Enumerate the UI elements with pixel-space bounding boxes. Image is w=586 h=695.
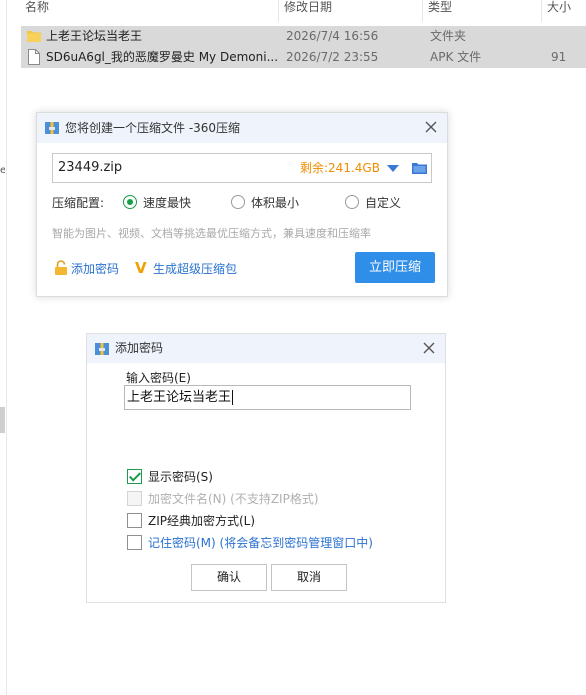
encrypt-filenames-checkbox (127, 491, 142, 506)
screen: e 名称 修改日期 类型 大小 上老王论坛当老王 2026/7/4 16:56 … (0, 0, 586, 695)
column-size[interactable]: 大小 (542, 0, 586, 22)
cancel-button[interactable]: 取消 (271, 564, 347, 591)
option-smallest-label[interactable]: 体积最小 (251, 195, 299, 211)
file-name: 上老王论坛当老王 (46, 29, 143, 43)
column-name[interactable]: 名称 (20, 0, 279, 22)
show-password-checkbox[interactable] (127, 469, 142, 484)
lock-icon (55, 260, 67, 275)
ok-button[interactable]: 确认 (191, 564, 267, 591)
show-password-label[interactable]: 显示密码(S) (148, 469, 213, 485)
password-input[interactable]: 上老王论坛当老王 (124, 385, 411, 410)
compress-config-label: 压缩配置: (52, 196, 105, 210)
file-type: 文件夹 (430, 29, 467, 43)
zip-classic-checkbox[interactable] (127, 513, 142, 528)
add-password-link[interactable]: 添加密码 (71, 261, 119, 277)
remember-password-label[interactable]: 记住密码(M) (将会备忘到密码管理窗口中) (148, 535, 373, 551)
left-pane-text: e (0, 165, 5, 176)
folder-browse-icon[interactable] (412, 162, 427, 174)
archive-icon (45, 122, 59, 134)
folder-icon (27, 31, 41, 42)
option-smallest-radio[interactable] (231, 195, 245, 209)
file-size: 91 (551, 50, 567, 64)
file-date: 2026/7/4 16:56 (286, 29, 379, 43)
compress-hint: 智能为图片、视频、文档等挑选最优压缩方式，兼具速度和压缩率 (52, 227, 371, 240)
file-row[interactable]: 上老王论坛当老王 2026/7/4 16:56 文件夹 (21, 26, 586, 47)
left-scrollbar[interactable] (0, 407, 5, 433)
left-pane-edge (0, 0, 7, 695)
free-space: 剩余:241.4GB (300, 161, 380, 175)
encrypt-filenames-label: 加密文件名(N) (不支持ZIP格式) (148, 492, 319, 506)
archive-path-field[interactable]: 23449.zip 剩余:241.4GB (52, 153, 432, 183)
option-custom-label[interactable]: 自定义 (365, 195, 401, 211)
column-type[interactable]: 类型 (423, 0, 542, 22)
archive-filename[interactable]: 23449.zip (58, 154, 122, 182)
dialog-titlebar[interactable]: 您将创建一个压缩文件 -360压缩 (37, 113, 447, 143)
option-custom-radio[interactable] (345, 195, 359, 209)
dropdown-icon[interactable] (387, 165, 399, 172)
compress-now-button[interactable]: 立即压缩 (355, 252, 435, 283)
file-type: APK 文件 (430, 50, 482, 64)
compress-dialog: 您将创建一个压缩文件 -360压缩 23449.zip 剩余:241.4GB 压… (36, 112, 448, 297)
password-input-label: 输入密码(E) (126, 371, 191, 385)
close-icon[interactable] (423, 119, 439, 135)
file-row[interactable]: SD6uA6gl_我的恶魔罗曼史 My Demoni... 2026/7/2 2… (21, 47, 586, 68)
dialog-title: 添加密码 (115, 341, 164, 355)
v-icon: V (135, 259, 147, 277)
file-date: 2026/7/2 23:55 (286, 50, 379, 64)
remember-password-checkbox[interactable] (127, 535, 142, 550)
archive-icon (95, 343, 109, 355)
dialog-title: 您将创建一个压缩文件 -360压缩 (65, 121, 241, 135)
file-icon (28, 49, 40, 65)
password-dialog: 添加密码 输入密码(E) 上老王论坛当老王 显示密码(S) 加密文件名(N) (… (86, 333, 446, 603)
file-size (551, 26, 586, 47)
column-date[interactable]: 修改日期 (279, 0, 423, 22)
password-value[interactable]: 上老王论坛当老王 (127, 386, 234, 409)
column-header: 名称 修改日期 类型 大小 (7, 0, 586, 22)
dialog-titlebar[interactable]: 添加密码 (87, 334, 445, 363)
option-fastest-label[interactable]: 速度最快 (143, 195, 191, 211)
file-name: SD6uA6gl_我的恶魔罗曼史 My Demoni... (46, 50, 279, 64)
option-fastest-radio[interactable] (123, 195, 137, 209)
close-icon[interactable] (421, 340, 437, 356)
super-pack-link[interactable]: 生成超级压缩包 (153, 261, 237, 277)
zip-classic-label[interactable]: ZIP经典加密方式(L) (148, 513, 255, 529)
